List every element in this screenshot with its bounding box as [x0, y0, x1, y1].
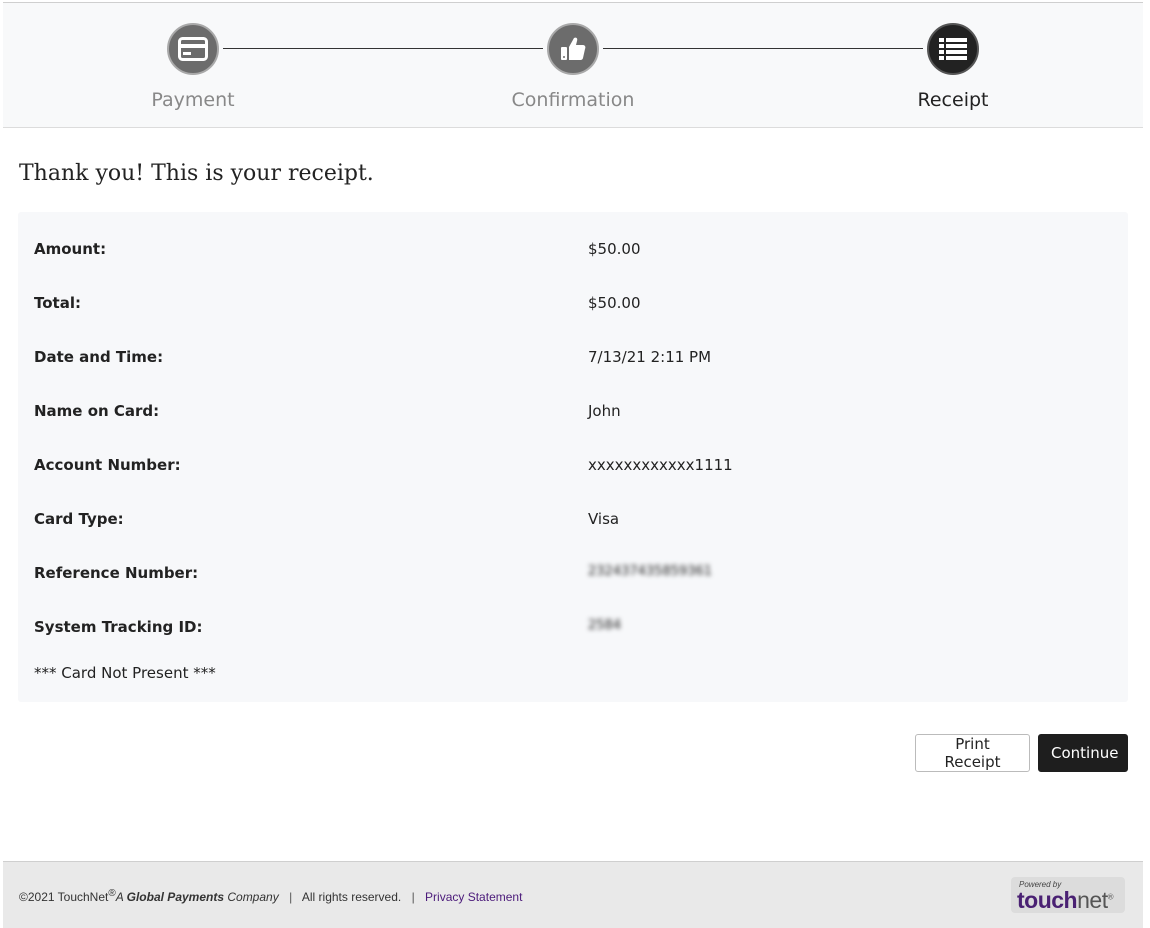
row-value: $50.00 [588, 240, 641, 258]
row-value: 7/13/21 2:11 PM [588, 348, 712, 366]
row-label: Account Number: [34, 456, 181, 474]
privacy-statement-link[interactable]: Privacy Statement [425, 890, 522, 904]
page-frame: Payment Confirmation Receipt Thank you! … [3, 2, 1143, 928]
receipt-row-date-time: Date and Time: 7/13/21 2:11 PM [34, 348, 1114, 370]
step-label: Receipt [917, 89, 989, 111]
page-title: Thank you! This is your receipt. [19, 161, 374, 186]
receipt-row-reference-number: Reference Number: 232437435859361 [34, 564, 1114, 586]
row-value: Visa [588, 510, 620, 528]
footer-separator: | [289, 890, 293, 904]
brand-wordmark: touchnet® [1017, 887, 1114, 913]
progress-stepper: Payment Confirmation Receipt [3, 3, 1143, 128]
step-label: Payment [151, 89, 235, 111]
row-label: Card Type: [34, 510, 124, 528]
receipt-row-system-tracking-id: System Tracking ID: 2584 [34, 618, 1114, 640]
copyright: ©2021 TouchNet [19, 890, 109, 904]
receipt-row-total: Total: $50.00 [34, 294, 1114, 316]
receipt-row-name-on-card: Name on Card: John [34, 402, 1114, 424]
receipt-row-amount: Amount: $50.00 [34, 240, 1114, 262]
footer: ©2021 TouchNet®A Global Payments Company… [3, 861, 1143, 928]
step-confirmation-circle [547, 23, 599, 75]
step-label: Confirmation [511, 89, 635, 111]
credit-card-icon [178, 37, 208, 61]
row-label: Reference Number: [34, 564, 199, 582]
row-label: System Tracking ID: [34, 618, 203, 636]
registered-mark: ® [108, 888, 116, 899]
card-not-present-note: *** Card Not Present *** [34, 664, 216, 682]
tagline: A Global Payments Company [115, 890, 279, 904]
row-value: xxxxxxxxxxxx1111 [588, 456, 733, 474]
rights-text: All rights reserved. [301, 890, 402, 904]
thumbs-up-icon [561, 37, 586, 60]
row-label: Total: [34, 294, 81, 312]
touchnet-logo: Powered by touchnet® [1011, 877, 1125, 913]
row-label: Date and Time: [34, 348, 164, 366]
row-value: John [588, 402, 621, 420]
row-value: $50.00 [588, 294, 641, 312]
row-value-redacted: 232437435859361 [588, 564, 713, 579]
row-value-redacted: 2584 [588, 618, 622, 633]
row-label: Amount: [34, 240, 107, 258]
footer-text: ©2021 TouchNet®A Global Payments Company… [19, 888, 522, 904]
row-label: Name on Card: [34, 402, 160, 420]
print-receipt-button[interactable]: Print Receipt [915, 734, 1030, 772]
receipt-row-card-type: Card Type: Visa [34, 510, 1114, 532]
step-confirmation: Confirmation [493, 23, 653, 111]
list-icon [939, 38, 967, 60]
step-receipt-circle [927, 23, 979, 75]
receipt-details: Amount: $50.00 Total: $50.00 Date and Ti… [18, 212, 1128, 702]
step-receipt: Receipt [873, 23, 1033, 111]
continue-button[interactable]: Continue [1038, 734, 1128, 772]
step-payment-circle [167, 23, 219, 75]
footer-separator: | [411, 890, 415, 904]
receipt-row-account-number: Account Number: xxxxxxxxxxxx1111 [34, 456, 1114, 478]
step-payment: Payment [113, 23, 273, 111]
